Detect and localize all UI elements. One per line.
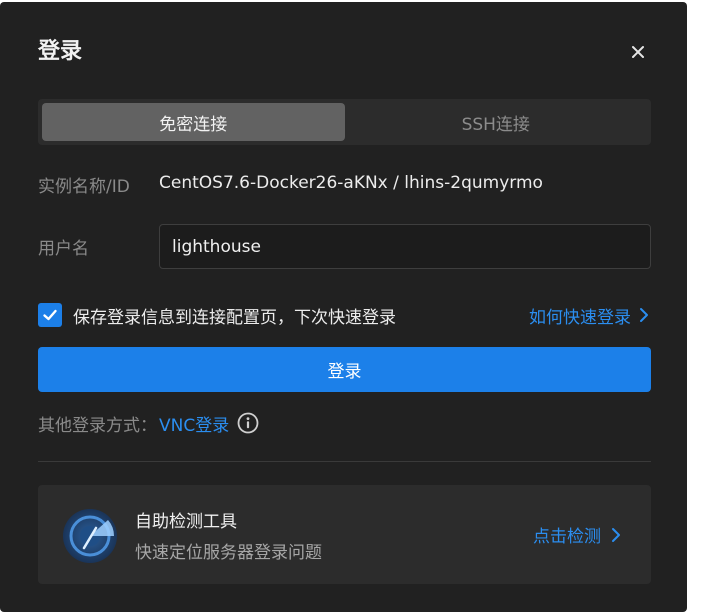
- close-button[interactable]: [624, 38, 652, 66]
- self-check-tool-card: 自助检测工具 快速定位服务器登录问题 点击检测: [38, 485, 651, 584]
- other-login-methods: 其他登录方式： VNC登录: [38, 409, 259, 437]
- run-check-link-text: 点击检测: [533, 527, 601, 547]
- save-login-label: 保存登录信息到连接配置页，下次快速登录: [73, 307, 396, 328]
- username-value: lighthouse: [172, 236, 261, 257]
- username-input[interactable]: lighthouse: [159, 224, 651, 269]
- divider: [38, 461, 651, 462]
- self-check-subtitle: 快速定位服务器登录问题: [135, 543, 322, 563]
- dialog-title: 登录: [38, 39, 83, 64]
- quick-login-help-link[interactable]: 如何快速登录: [529, 301, 649, 329]
- login-mode-tabs: 免密连接 SSH连接: [38, 99, 651, 145]
- close-icon: [632, 46, 644, 58]
- chevron-right-icon: [611, 527, 621, 543]
- info-icon[interactable]: [237, 412, 259, 434]
- instance-value: CentOS7.6-Docker26-aKNx / lhins-2qumyrmo: [159, 173, 543, 193]
- save-login-option: 保存登录信息到连接配置页，下次快速登录: [38, 301, 396, 329]
- chevron-right-icon: [639, 307, 649, 323]
- quick-login-link-text: 如何快速登录: [529, 307, 631, 328]
- radar-icon: [62, 508, 118, 564]
- run-check-link[interactable]: 点击检测: [533, 522, 621, 547]
- checkmark-icon: [43, 309, 57, 321]
- login-button[interactable]: 登录: [38, 347, 651, 392]
- login-dialog: 登录 免密连接 SSH连接 实例名称/ID CentOS7.6-Docker26…: [0, 2, 687, 612]
- save-login-checkbox[interactable]: [38, 303, 62, 327]
- other-methods-label: 其他登录方式：: [38, 415, 157, 436]
- self-check-title: 自助检测工具: [135, 512, 237, 532]
- tab-passwordless[interactable]: 免密连接: [42, 103, 345, 141]
- instance-label: 实例名称/ID: [38, 177, 130, 197]
- username-label: 用户名: [38, 239, 89, 259]
- vnc-login-link[interactable]: VNC登录: [159, 411, 229, 436]
- tab-ssh[interactable]: SSH连接: [345, 103, 648, 141]
